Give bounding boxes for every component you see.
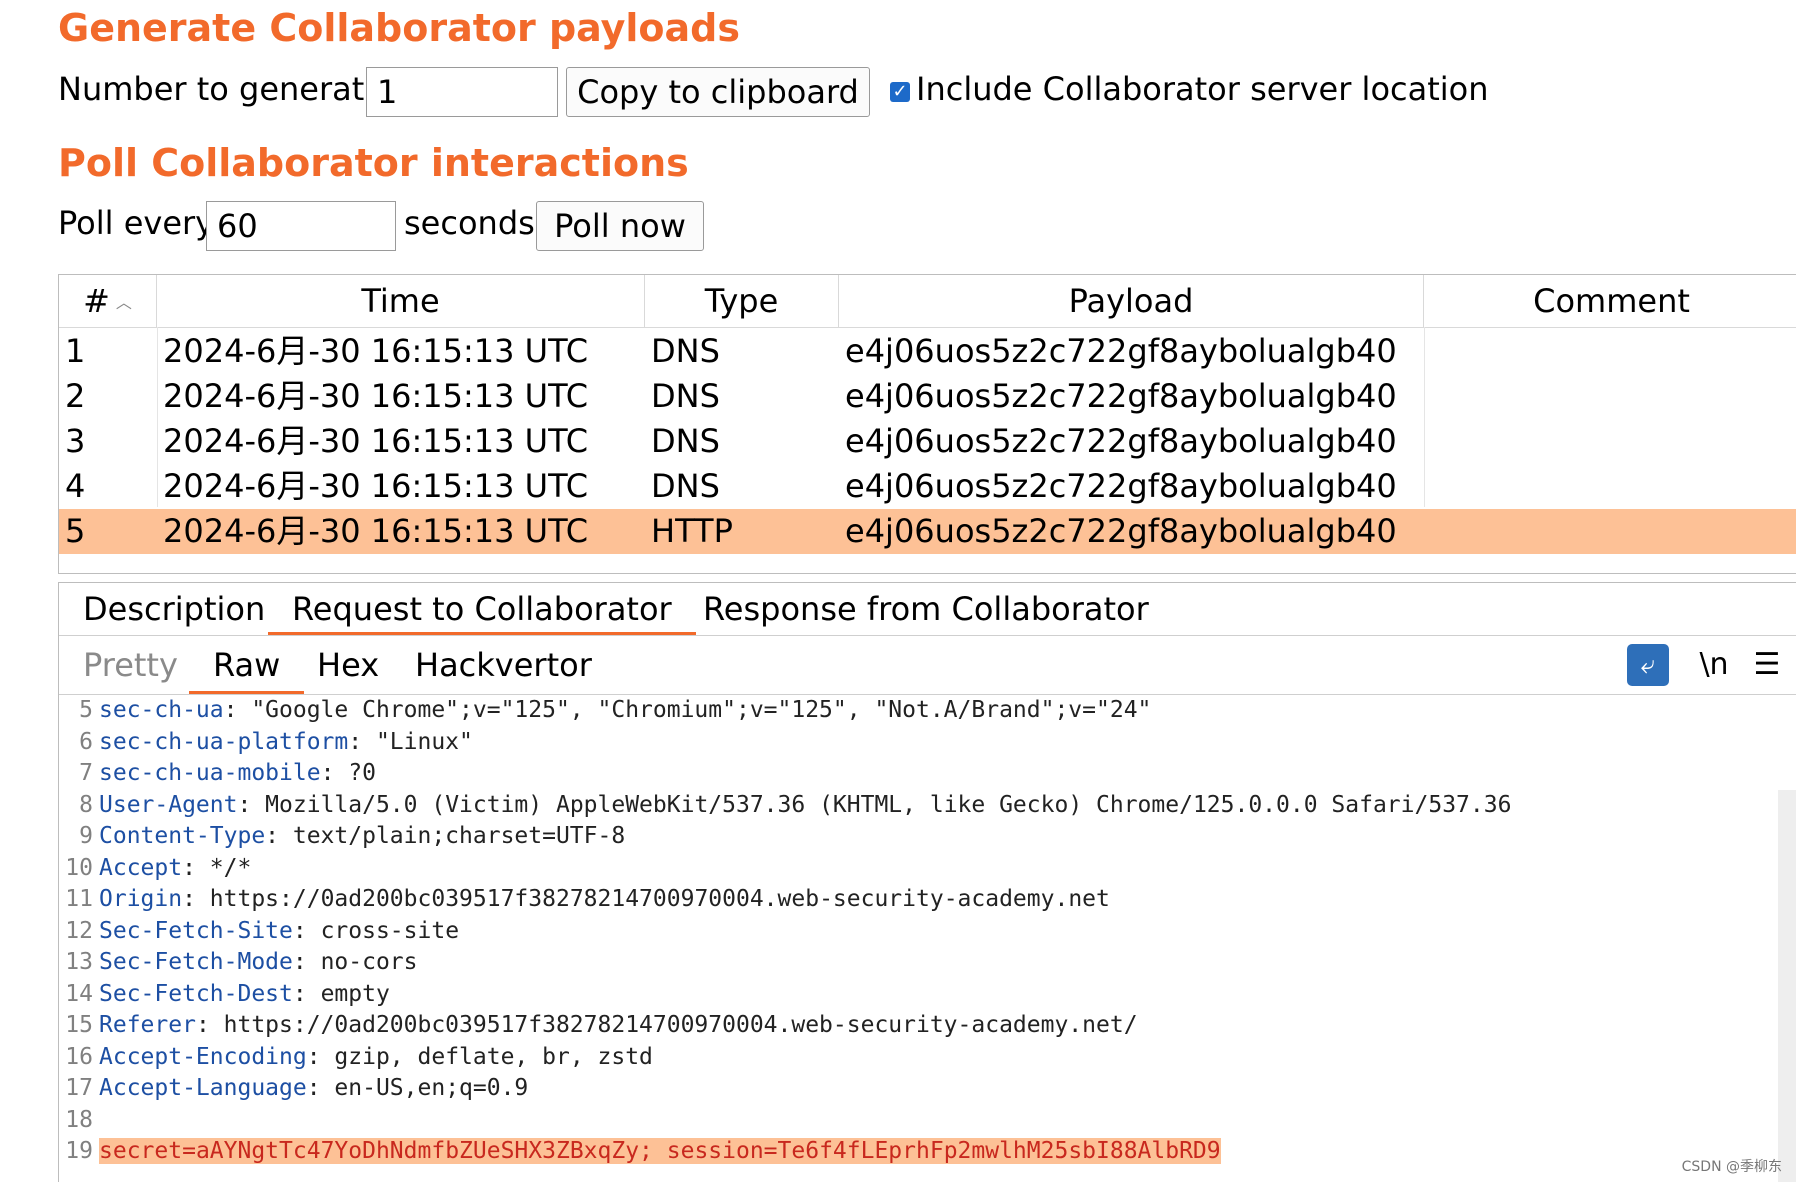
tab-pretty[interactable]: Pretty	[59, 636, 202, 694]
watermark: CSDN @季柳东	[1681, 1159, 1782, 1175]
code-line: 13 Sec-Fetch-Mode: no-cors	[65, 949, 418, 975]
include-location-checkbox[interactable]: ✓	[890, 82, 910, 102]
table-row[interactable]: 3 2024-6月-30 16:15:13 UTC DNS e4j06uos5z…	[59, 419, 1796, 464]
seconds-label: seconds	[404, 204, 535, 242]
code-line: 9 Content-Type: text/plain;charset=UTF-8	[79, 823, 626, 849]
column-header-time[interactable]: Time	[157, 275, 645, 327]
hamburger-menu-icon[interactable]: ☰	[1745, 644, 1789, 686]
editor-scrollbar[interactable]	[1778, 790, 1796, 1182]
code-line: 11 Origin: https://0ad200bc039517f3827821…	[65, 886, 1110, 912]
column-header-comment[interactable]: Comment	[1424, 275, 1796, 327]
code-line: 6 sec-ch-ua-platform: "Linux"	[79, 728, 473, 755]
wrap-lines-icon[interactable]: ⤶	[1627, 644, 1669, 686]
tab-hex[interactable]: Hex	[293, 636, 403, 694]
interactions-table: # ︿ Time Type Payload Comment 1 2024-6月-3…	[58, 274, 1796, 574]
table-row[interactable]: 2 2024-6月-30 16:15:13 UTC DNS e4j06uos5z…	[59, 374, 1796, 419]
table-header: # ︿ Time Type Payload Comment	[59, 275, 1796, 328]
code-line: 5 sec-ch-ua: "Google Chrome";v="125", "Ch…	[79, 697, 1152, 723]
detail-tab-bar: Description Request to Collaborator Resp…	[59, 583, 1796, 636]
tab-hackvertor[interactable]: Hackvertor	[391, 636, 616, 694]
copy-to-clipboard-button[interactable]: Copy to clipboard	[566, 67, 870, 117]
code-line: 8 User-Agent: Mozilla/5.0 (Victim) AppleW…	[79, 791, 1512, 818]
table-row-selected[interactable]: 5 2024-6月-30 16:15:13 UTC HTTP e4j06uos5…	[59, 509, 1796, 554]
show-newlines-button[interactable]: \n	[1689, 644, 1739, 686]
table-row[interactable]: 1 2024-6月-30 16:15:13 UTC DNS e4j06uos5z…	[59, 329, 1796, 374]
interaction-detail-panel: Description Request to Collaborator Resp…	[58, 582, 1796, 1182]
poll-now-button[interactable]: Poll now	[536, 201, 704, 251]
table-row[interactable]: 4 2024-6月-30 16:15:13 UTC DNS e4j06uos5z…	[59, 464, 1796, 509]
code-line-highlighted: 19 secret=aAYNgtTc47YoDhNdmfbZUeSHX3ZBxqZ…	[65, 1138, 1221, 1164]
number-to-generate-label: Number to generate:	[58, 70, 395, 108]
code-line: 7 sec-ch-ua-mobile: ?0	[79, 760, 376, 786]
tab-raw[interactable]: Raw	[189, 636, 305, 694]
poll-interval-input[interactable]: 60	[206, 201, 396, 251]
column-header-number[interactable]: # ︿	[59, 275, 157, 327]
generate-title: Generate Collaborator payloads	[58, 6, 740, 50]
code-line: 16 Accept-Encoding: gzip, deflate, br, zs…	[65, 1043, 653, 1070]
view-tab-bar: Pretty Raw Hex Hackvertor ⤶ \n ☰	[59, 636, 1796, 695]
code-line: 10 Accept: */*	[65, 854, 252, 881]
code-line: 17 Accept-Language: en-US,en;q=0.9	[65, 1075, 529, 1101]
code-line: 18	[65, 1106, 93, 1133]
code-line: 14 Sec-Fetch-Dest: empty	[65, 980, 390, 1007]
chevron-up-icon: ︿	[115, 293, 132, 312]
column-header-payload[interactable]: Payload	[839, 275, 1424, 327]
code-line: 12 Sec-Fetch-Site: cross-site	[65, 917, 460, 944]
include-location-label: Include Collaborator server location	[916, 70, 1489, 108]
column-header-type[interactable]: Type	[645, 275, 839, 327]
number-to-generate-input[interactable]: 1	[366, 67, 558, 117]
code-line: 15 Referer: https://0ad200bc039517f382782…	[65, 1012, 1138, 1038]
tab-response-from-collaborator[interactable]: Response from Collaborator	[679, 583, 1173, 635]
tab-description[interactable]: Description	[59, 583, 289, 635]
tab-request-to-collaborator[interactable]: Request to Collaborator	[268, 583, 696, 635]
poll-title: Poll Collaborator interactions	[58, 141, 689, 185]
poll-every-label: Poll every	[58, 204, 215, 242]
